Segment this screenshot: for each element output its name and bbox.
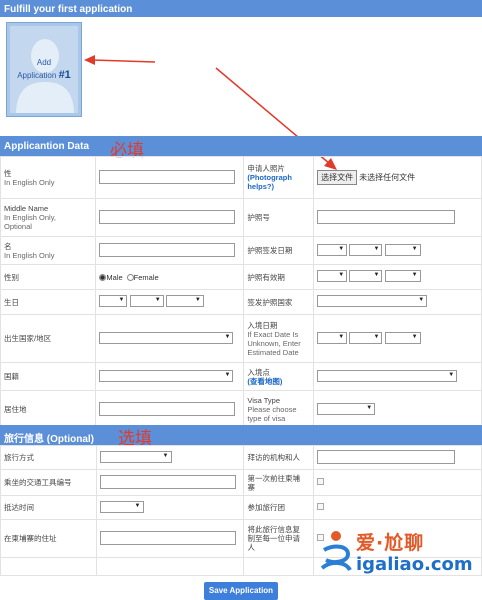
residence-input[interactable] (99, 401, 236, 416)
form-row: Middle Name In English Only, Optional 护照号 (0, 198, 482, 237)
middle-name-label: Middle Name In English Only, Optional (0, 198, 97, 237)
issuing-country-select[interactable] (317, 295, 428, 307)
given-name-input[interactable] (99, 242, 236, 257)
tour-group-checkbox[interactable] (317, 503, 325, 510)
gender-radio-group: Male Female (95, 264, 245, 290)
form-row: 乘坐的交通工具编号 第一次前往柬埔寨 (0, 469, 482, 496)
first-visit-label: 第一次前往柬埔寨 (243, 469, 315, 496)
application-data-table: 性 In English Only 申请人照片 (Photograph helps?… (0, 156, 482, 429)
application-data-header: Applicantion Data (0, 136, 482, 156)
add-label: Add (36, 58, 52, 67)
vehicle-number-input[interactable] (99, 474, 236, 489)
entry-point-select[interactable] (317, 369, 458, 382)
form-row: 性 In English Only 申请人照片 (Photograph helps?… (0, 156, 482, 199)
tour-group-label: 参加旅行团 (243, 495, 315, 520)
entry-year-select[interactable] (384, 331, 421, 344)
passport-expiry-label: 护照有效期 (243, 264, 315, 290)
entry-month-select[interactable] (349, 331, 383, 344)
given-name-label: 名 In English Only (0, 236, 97, 265)
photo-upload: 选择文件 未选择任何文件 (313, 156, 482, 199)
page-header: Fulfill your first application (0, 0, 482, 17)
travel-info-header: 旅行信息 (Optional) (0, 425, 482, 445)
travel-info-title: 旅行信息 (Optional) (4, 434, 94, 445)
arrival-time-select[interactable] (99, 500, 144, 513)
address-label: 在柬埔寨的住址 (0, 519, 97, 558)
first-visit-checkbox[interactable] (317, 478, 325, 485)
copy-info-label: 将此旅行信息复 制至每一位申请人 (243, 519, 315, 558)
watermark-url: igaliao.com (356, 554, 473, 575)
arrival-time-label: 抵达时间 (0, 495, 97, 520)
application-data-title: Applicantion Data (4, 141, 90, 152)
visa-type-select[interactable] (317, 402, 376, 415)
entry-date-label: 入境日期 If Exact Date Is Unknown, Enter Estima… (243, 314, 315, 363)
issue-day-select[interactable] (317, 243, 348, 256)
middle-name-input[interactable] (99, 209, 236, 224)
watermark-logo: 爱·尬聊 igaliao.com (318, 524, 478, 582)
passport-number-input[interactable] (317, 209, 456, 224)
birth-country-label: 出生国家/地区 (0, 314, 97, 363)
form-row: 国籍 入境点(查看地图) (0, 362, 482, 391)
surname-input[interactable] (99, 169, 236, 184)
birth-month-select[interactable] (129, 295, 164, 307)
contact-label: 拜访的机构和人 (243, 445, 315, 470)
avatar-placeholder: Add Application #1 (10, 26, 78, 113)
swirl-logo-icon (320, 531, 352, 572)
form-row: 性别 Male Female 护照有效期 (0, 264, 482, 290)
issuing-country-label: 签发护照国家 (243, 289, 315, 315)
form-row: 抵达时间 参加旅行团 (0, 495, 482, 520)
residence-label: 居住地 (0, 390, 97, 429)
birth-year-select[interactable] (165, 295, 204, 307)
birth-day-select[interactable] (99, 295, 128, 307)
page-title: Fulfill your first application (4, 4, 133, 15)
photo-label: 申请人照片 (Photograph helps?) (243, 156, 315, 199)
passport-issue-date-label: 护照签发日期 (243, 236, 315, 265)
application-number-label: Application #1 (17, 69, 71, 81)
form-row: 居住地 Visa Type Please choose type of visa (0, 390, 482, 429)
travel-mode-select[interactable] (99, 450, 172, 463)
choose-file-button[interactable]: 选择文件 (317, 170, 358, 185)
form-row: 名 In English Only 护照签发日期 (0, 236, 482, 265)
address-input[interactable] (99, 530, 236, 545)
expiry-month-select[interactable] (349, 270, 383, 282)
visa-type-label: Visa Type Please choose type of visa (243, 390, 315, 429)
vehicle-number-label: 乘坐的交通工具编号 (0, 469, 97, 496)
female-radio[interactable] (126, 273, 134, 281)
birth-country-select[interactable] (99, 331, 234, 344)
watermark-brand: 爱·尬聊 (356, 532, 425, 554)
nationality-label: 国籍 (0, 362, 97, 391)
form-row: 旅行方式 拜访的机构和人 (0, 445, 482, 470)
surname-label: 性 In English Only (0, 156, 97, 199)
entry-point-label: 入境点 (查看地图) (243, 362, 315, 391)
save-application-button[interactable]: Save Application (204, 582, 278, 600)
birthday-label: 生日 (0, 289, 97, 315)
nationality-select[interactable] (99, 369, 234, 382)
expiry-year-select[interactable] (384, 270, 421, 282)
form-row: 出生国家/地区 入境日期If Exact Date IsUnknown, Ent… (0, 314, 482, 363)
contact-input[interactable] (317, 449, 456, 464)
issue-month-select[interactable] (349, 243, 383, 256)
entry-day-select[interactable] (317, 331, 348, 344)
issue-year-select[interactable] (384, 243, 421, 256)
passport-number-label: 护照号 (243, 198, 315, 237)
view-map-link[interactable]: (查看地图) (247, 377, 282, 386)
gender-label: 性别 (0, 264, 97, 290)
file-status: 未选择任何文件 (359, 173, 416, 182)
add-application-card[interactable]: Add Application #1 (6, 22, 82, 117)
travel-mode-label: 旅行方式 (0, 445, 97, 470)
expiry-day-select[interactable] (317, 270, 348, 282)
form-row: 生日 签发护照国家 (0, 289, 482, 315)
